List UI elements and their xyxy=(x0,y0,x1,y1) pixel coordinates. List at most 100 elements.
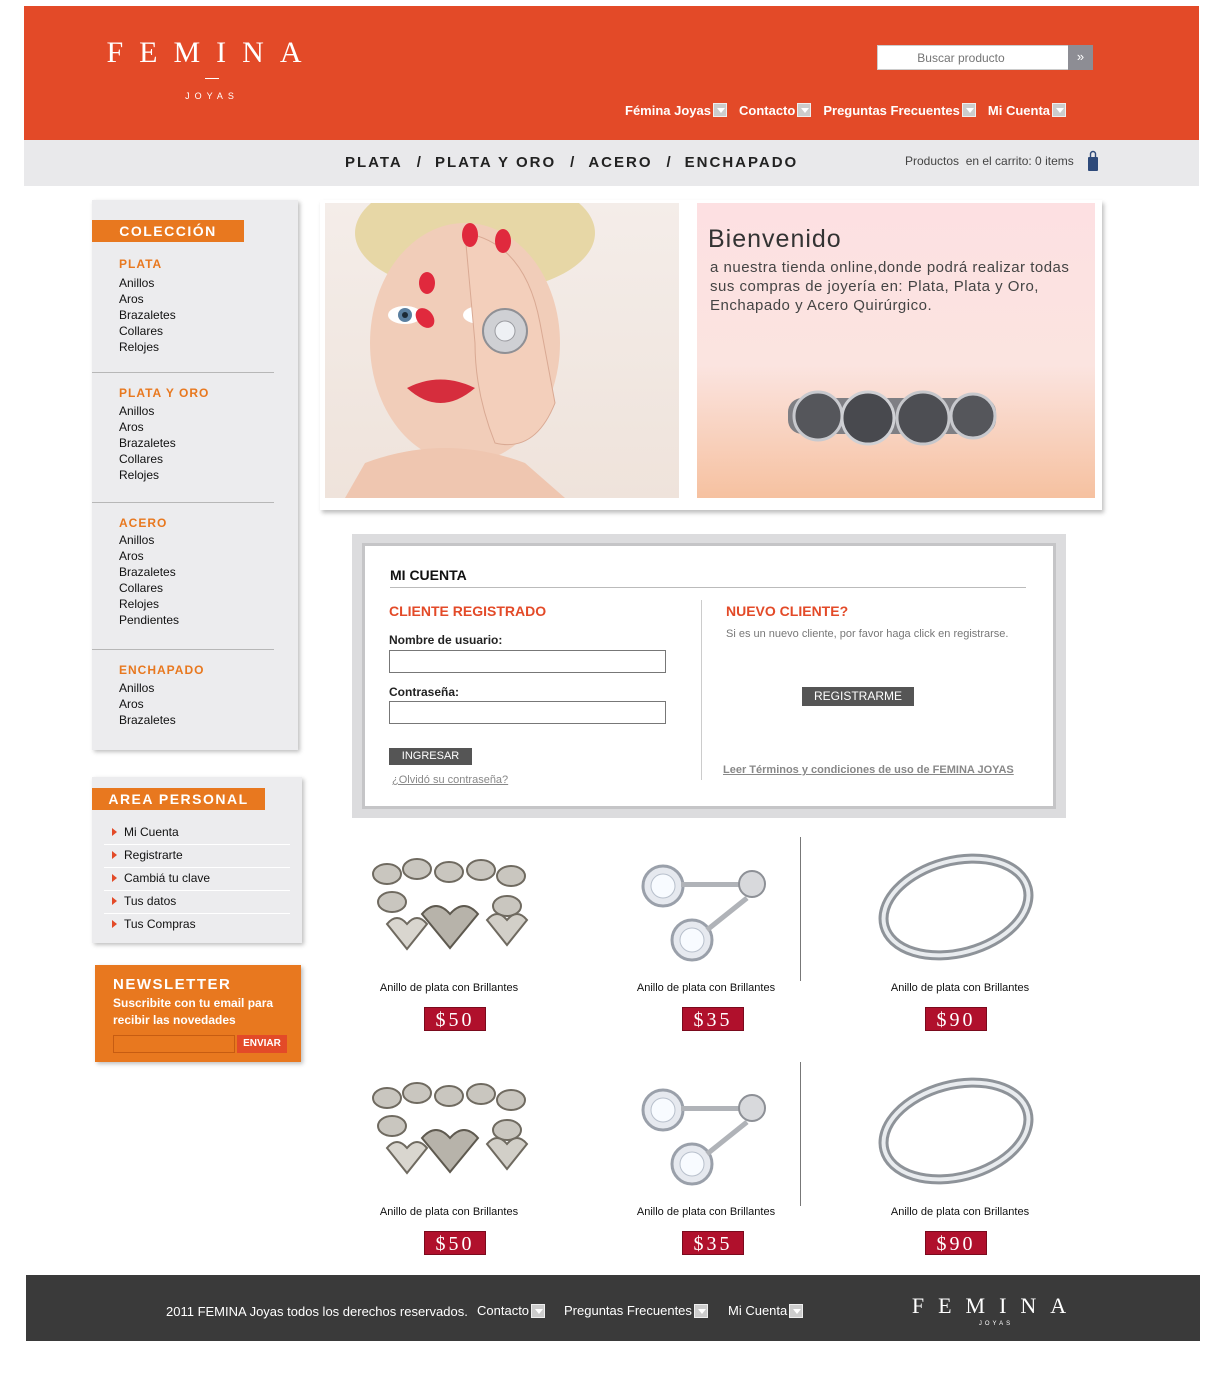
sidebar-item[interactable]: Relojes xyxy=(119,596,179,612)
sidebar-group-list: Anillos Aros Brazaletes xyxy=(119,680,176,728)
topnav-label: Contacto xyxy=(739,102,796,118)
area-item-cambia-clave[interactable]: Cambiá tu clave xyxy=(104,868,290,891)
topnav-label: Preguntas Frecuentes xyxy=(823,102,960,118)
product-name[interactable]: Anillo de plata con Brillantes xyxy=(860,1206,1060,1218)
sidebar-item[interactable]: Anillos xyxy=(119,532,179,548)
footer-link-contacto[interactable]: Contacto xyxy=(477,1303,546,1318)
sidebar-item[interactable]: Collares xyxy=(119,580,179,596)
product-divider xyxy=(800,837,801,981)
sidebar-item[interactable]: Anillos xyxy=(119,403,176,419)
area-item-mi-cuenta[interactable]: Mi Cuenta xyxy=(104,822,290,845)
dropdown-arrow-icon[interactable] xyxy=(713,103,727,117)
sidebar-item[interactable]: Relojes xyxy=(119,467,176,483)
dropdown-arrow-icon[interactable] xyxy=(1052,103,1067,117)
sidebar-item[interactable]: Aros xyxy=(119,696,176,712)
category-plata[interactable]: PLATA xyxy=(345,154,403,171)
dropdown-arrow-icon[interactable] xyxy=(961,103,976,117)
sidebar-item[interactable]: Brazaletes xyxy=(119,307,176,323)
product-price: $50 xyxy=(424,1231,486,1255)
sidebar-item[interactable]: Aros xyxy=(119,291,176,307)
bracelet-image xyxy=(788,390,997,446)
account-title: MI CUENTA xyxy=(390,567,467,583)
category-enchapado[interactable]: ENCHAPADO xyxy=(685,154,799,171)
product-name[interactable]: Anillo de plata con Brillantes xyxy=(349,1206,549,1218)
product-name[interactable]: Anillo de plata con Brillantes xyxy=(606,982,806,994)
sidebar-group-title[interactable]: ACERO xyxy=(119,516,167,530)
ring-image[interactable] xyxy=(876,852,1036,962)
sidebar-item[interactable]: Collares xyxy=(119,451,176,467)
sidebar-group-list: Anillos Aros Brazaletes Collares Relojes… xyxy=(119,532,179,628)
footer-link-preguntas[interactable]: Preguntas Frecuentes xyxy=(564,1303,708,1318)
dropdown-arrow-icon[interactable] xyxy=(531,1303,546,1318)
username-input[interactable] xyxy=(389,650,666,673)
cart-summary[interactable]: Productos en el carrito: 0 items xyxy=(905,154,1074,168)
sidebar-item[interactable]: Collares xyxy=(119,323,176,339)
sidebar-item[interactable]: Anillos xyxy=(119,275,176,291)
product-name[interactable]: Anillo de plata con Brillantes xyxy=(349,982,549,994)
product-name[interactable]: Anillo de plata con Brillantes xyxy=(606,1206,806,1218)
dropdown-arrow-icon[interactable] xyxy=(693,1303,708,1318)
bracelet-charm-image[interactable] xyxy=(367,854,533,966)
earrings-image[interactable] xyxy=(637,858,777,968)
product-price: $50 xyxy=(424,1007,486,1031)
terms-link[interactable]: Leer Términos y condiciones de uso de FE… xyxy=(723,764,1014,776)
logo[interactable]: FEMINA JOYAS xyxy=(92,36,332,101)
footer-logo[interactable]: FEMINA JOYAS xyxy=(910,1293,1082,1327)
logo-wordmark: FEMINA xyxy=(106,36,318,69)
sidebar-item[interactable]: Aros xyxy=(119,419,176,435)
product-price: $35 xyxy=(682,1231,744,1255)
sidebar-group-title[interactable]: PLATA Y ORO xyxy=(119,386,209,400)
product-price: $35 xyxy=(682,1007,744,1031)
dropdown-arrow-icon[interactable] xyxy=(797,103,812,117)
footer-link-mi-cuenta[interactable]: Mi Cuenta xyxy=(728,1303,804,1318)
forgot-password-link[interactable]: ¿Olvidó su contraseña? xyxy=(392,774,508,786)
divider xyxy=(92,372,274,373)
footer-link-label: Contacto xyxy=(477,1303,530,1318)
area-personal-title: AREA PERSONAL xyxy=(92,788,265,810)
area-item-registrarte[interactable]: Registrarte xyxy=(104,845,290,868)
area-item-tus-compras[interactable]: Tus Compras xyxy=(104,914,290,937)
category-acero[interactable]: ACERO xyxy=(588,154,652,171)
hero-banner: Bienvenido a nuestra tienda online,donde… xyxy=(320,200,1102,510)
welcome-banner: Bienvenido a nuestra tienda online,donde… xyxy=(697,203,1095,498)
divider xyxy=(390,587,1026,588)
product-name[interactable]: Anillo de plata con Brillantes xyxy=(860,982,1060,994)
shopping-bag-icon[interactable] xyxy=(1087,150,1099,172)
area-item-tus-datos[interactable]: Tus datos xyxy=(104,891,290,914)
sidebar-item[interactable]: Aros xyxy=(119,548,179,564)
sidebar-item[interactable]: Anillos xyxy=(119,680,176,696)
category-nav: PLATA / PLATA Y ORO / ACERO / ENCHAPADO xyxy=(345,154,798,171)
divider xyxy=(92,502,274,503)
category-separator: / xyxy=(416,154,421,171)
topnav-femina-joyas[interactable]: Fémina Joyas xyxy=(625,100,727,120)
dropdown-arrow-icon[interactable] xyxy=(789,1303,804,1318)
newsletter-email-input[interactable] xyxy=(113,1035,235,1053)
ring-image[interactable] xyxy=(876,1076,1036,1186)
sidebar-group-title[interactable]: PLATA xyxy=(119,257,162,271)
category-separator: / xyxy=(570,154,575,171)
sidebar-item[interactable]: Brazaletes xyxy=(119,564,179,580)
product-price: $90 xyxy=(925,1231,987,1255)
newsletter-submit-button[interactable]: ENVIAR xyxy=(237,1035,287,1053)
topnav-preguntas-frecuentes[interactable]: Preguntas Frecuentes xyxy=(823,100,976,120)
earrings-image[interactable] xyxy=(637,1082,777,1192)
bracelet-charm-image[interactable] xyxy=(367,1078,533,1190)
sidebar-item[interactable]: Brazaletes xyxy=(119,712,176,728)
sidebar-item[interactable]: Relojes xyxy=(119,339,176,355)
topnav-mi-cuenta[interactable]: Mi Cuenta xyxy=(987,100,1067,120)
sidebar-group-title[interactable]: ENCHAPADO xyxy=(119,663,204,677)
newsletter-box: NEWSLETTER Suscribite con tu email para … xyxy=(95,965,301,1062)
search-button[interactable]: » xyxy=(1068,45,1093,70)
sidebar-item[interactable]: Pendientes xyxy=(119,612,179,628)
search-input[interactable] xyxy=(878,46,1044,69)
footer-logo-subtitle: JOYAS xyxy=(978,1321,1014,1327)
logo-subtitle: JOYAS xyxy=(185,91,239,101)
login-button[interactable]: INGRESAR xyxy=(389,748,472,765)
category-plata-y-oro[interactable]: PLATA Y ORO xyxy=(435,154,556,171)
register-button[interactable]: REGISTRARME xyxy=(802,687,914,706)
topnav-label: Mi Cuenta xyxy=(987,102,1051,118)
password-input[interactable] xyxy=(389,701,666,724)
topnav-contacto[interactable]: Contacto xyxy=(739,100,812,120)
welcome-title: Bienvenido xyxy=(708,225,842,253)
sidebar-item[interactable]: Brazaletes xyxy=(119,435,176,451)
